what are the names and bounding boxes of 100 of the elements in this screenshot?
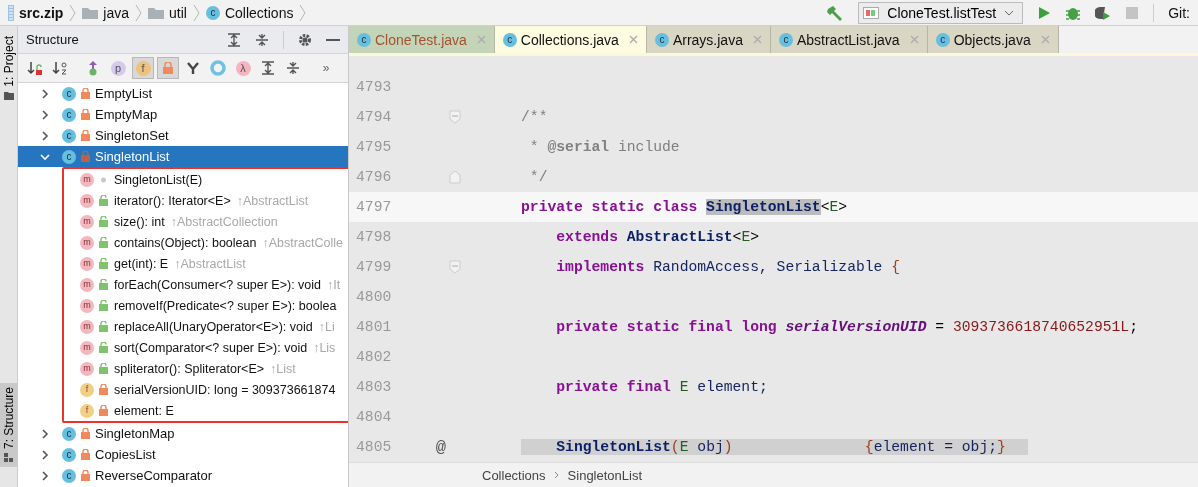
expand-all-icon[interactable] [227,32,241,47]
breadcrumb-item[interactable]: util [148,4,187,21]
tree-row[interactable]: c SingletonSet [18,125,348,146]
lock-icon [99,405,108,416]
line-number: 4794 [355,109,393,125]
class-icon: c [62,128,76,143]
class-icon: c [654,32,669,47]
folder-icon [82,6,99,19]
chevron-icon [192,3,200,22]
run-icon[interactable] [1037,5,1052,20]
line-number: 4800 [355,289,393,305]
method-icon: m [80,340,94,355]
letter-toggle[interactable]: f [132,57,154,79]
unlocked-icon [99,258,108,269]
structure-icon [3,453,14,463]
editor-tab[interactable]: c Objects.java [927,26,1059,53]
tree-row[interactable]: c EmptyList [18,83,348,104]
hammer-icon[interactable] [826,4,845,21]
tree-row[interactable]: m replaceAll(UnaryOperator<E>): void ↑Li [64,316,348,337]
tree-row[interactable]: m sort(Comparator<? super E>): void ↑Lis [64,337,348,358]
breadcrumb-item[interactable]: SingletonList [567,467,643,483]
lock-icon [163,62,173,74]
breadcrumb-item[interactable]: Collections [482,467,546,483]
tree-row[interactable]: c SingletonList [18,146,348,167]
ring-toggle[interactable] [207,57,229,79]
method-icon: m [80,298,94,313]
sort-icon [27,60,43,76]
class-icon: c [778,32,793,47]
lock-icon [81,428,90,439]
class-icon: c [502,32,517,47]
code-line: * @serial include [528,139,680,155]
line-number: 4804 [355,409,393,425]
tree-row[interactable]: m iterator(): Iterator<E> ↑AbstractList [64,190,348,211]
breadcrumb-item[interactable]: java [82,4,130,21]
class-icon: c [62,86,76,101]
tree-row[interactable]: c SingletonMap [18,423,348,444]
editor-tab[interactable]: c Arrays.java [646,26,771,53]
line-number: 4795 [355,139,393,155]
settings-icon[interactable] [298,32,312,47]
editor-tab[interactable]: c CloneTest.java [349,26,495,53]
code-line: private static class SingletonList<E> [521,199,848,215]
unlocked-icon [99,363,108,374]
method-icon: m [80,172,94,187]
unlocked-icon [99,342,108,353]
breadcrumb-item[interactable]: c Collections [205,4,294,21]
collapse-all-icon[interactable] [255,32,269,47]
lock-icon [81,88,90,99]
fork-icon [186,61,200,75]
tool-window-tab[interactable]: 7: Structure [0,382,17,467]
method-icon: m [80,256,94,271]
code-line: private final E element; [555,379,768,395]
method-icon: m [80,214,94,229]
lock-icon [81,470,90,481]
vcs-label: Git: [1168,4,1190,21]
line-number: 4801 [355,319,393,335]
class-icon: c [935,32,950,47]
line-number: 4793 [355,79,393,95]
coverage-icon[interactable] [1095,4,1112,21]
tree-row[interactable]: m removeIf(Predicate<? super E>): boolea [64,295,348,316]
code-line: */ [528,169,548,185]
tree-row[interactable]: m size(): int ↑AbstractCollection [64,211,348,232]
tree-row[interactable]: m SingletonList(E) [64,169,348,190]
code-line: extends AbstractList<E> [555,229,760,245]
run-configuration-dropdown[interactable]: CloneTest.listTest [858,1,1024,24]
code-line: implements RandomAccess, Serializable { [555,259,901,275]
editor-tab[interactable]: c AbstractList.java [770,26,928,53]
class-icon: c [357,32,371,47]
tree-row[interactable]: m spliterator(): Spliterator<E> ↑List [64,358,348,379]
chevron-icon [299,3,307,22]
sort-alpha-icon [52,60,68,76]
tree-row[interactable]: m get(int): E ↑AbstractList [64,253,348,274]
annotation-marker[interactable]: @ [435,437,446,457]
tree-row[interactable]: f serialVersionUID: long = 309373661874 [64,379,348,400]
unlocked-icon [99,279,108,290]
line-number: 4798 [355,229,393,245]
more-toggle[interactable]: » [315,57,337,79]
chevron-icon [135,3,143,22]
collapse-all-icon [286,61,300,75]
tree-row[interactable]: c EmptyMap [18,104,348,125]
code-line: /** [521,109,548,125]
editor-tab[interactable]: c Collections.java [494,26,647,53]
unlocked-icon [99,321,108,332]
lock-icon [81,449,90,460]
class-icon: c [62,149,76,164]
unlocked-icon [99,195,108,206]
tree-row[interactable]: m contains(Object): boolean ↑AbstractColle [64,232,348,253]
breadcrumb-item[interactable]: src.zip [8,4,64,21]
tree-row[interactable]: m forEach(Consumer<? super E>): void ↑It [64,274,348,295]
tree-row[interactable]: c CopiesList [18,444,348,465]
tree-row[interactable]: c ReverseComparator [18,465,348,486]
expand-all-icon [261,61,275,75]
chevron-icon [553,471,560,479]
line-number: 4802 [355,349,393,365]
lock-toggle[interactable] [157,57,179,79]
lock-icon [81,130,90,141]
method-icon: m [80,235,94,250]
unlocked-icon [99,300,108,311]
tree-row[interactable]: f element: E [64,400,348,421]
method-icon: m [80,361,94,376]
tool-window-tab[interactable]: 1: Project [0,32,17,104]
